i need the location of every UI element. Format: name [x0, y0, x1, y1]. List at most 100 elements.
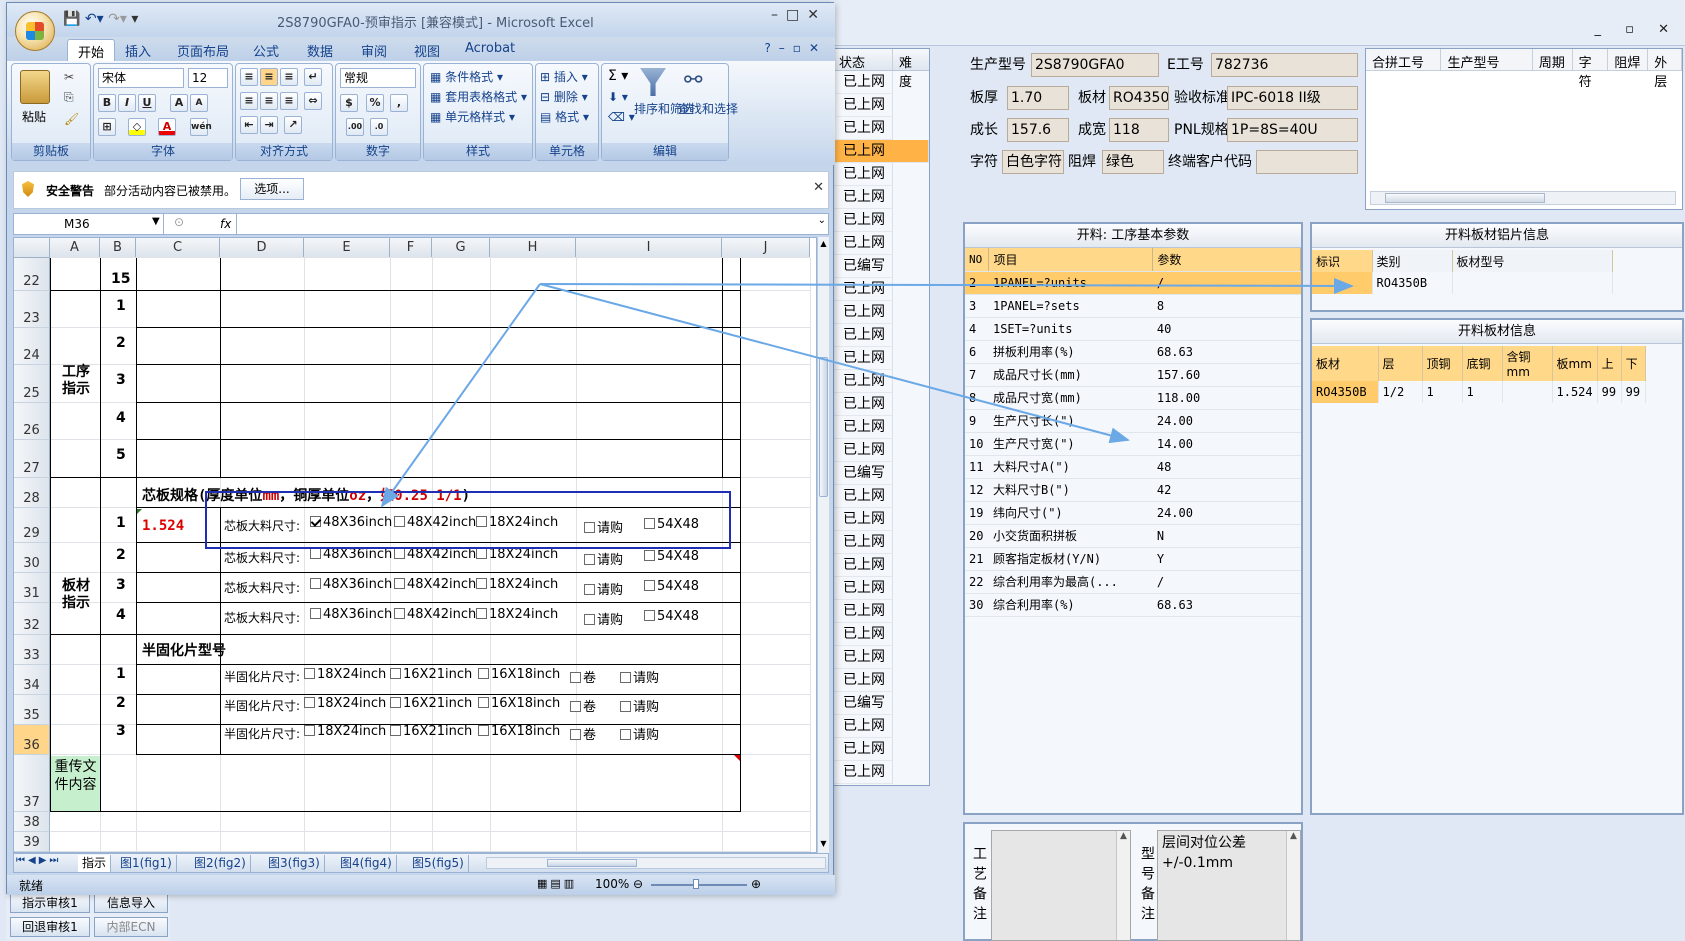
table-row[interactable]: RO4350B 1/2 1 1 1.524 99 99: [1312, 381, 1646, 403]
column-header[interactable]: H: [490, 238, 576, 258]
column-header[interactable]: E: [304, 238, 390, 258]
checkbox[interactable]: [570, 701, 581, 712]
row-header[interactable]: 24: [14, 328, 50, 365]
window-controls[interactable]: _ ▫ ✕: [1595, 22, 1679, 37]
checkbox[interactable]: [390, 668, 401, 679]
craft-notes-scrollbar[interactable]: ▲: [1116, 831, 1130, 940]
sheet-tab[interactable]: 图5(fig5): [408, 855, 469, 872]
core-size-option[interactable]: 48X42inch: [394, 607, 476, 622]
font-size-select[interactable]: 12: [188, 68, 228, 88]
checkbox[interactable]: [584, 614, 595, 625]
list-item[interactable]: 已上网: [833, 163, 893, 186]
checkbox[interactable]: [476, 608, 487, 619]
board-col-header[interactable]: 含铜mm: [1502, 346, 1553, 381]
length-field[interactable]: 157.6: [1007, 118, 1069, 142]
prepreg-size-option[interactable]: 18X24inch: [304, 667, 386, 682]
delete-cells-button[interactable]: ⊟ 删除 ▾: [540, 88, 588, 105]
list-item[interactable]: 已上网: [833, 508, 893, 531]
core-size-option[interactable]: 48X42inch: [394, 577, 476, 592]
list-item[interactable]: 已上网: [833, 94, 893, 117]
select-all-corner[interactable]: [14, 238, 50, 258]
autosum-icon[interactable]: Σ ▾: [608, 68, 628, 84]
scroll-up-icon[interactable]: ▲: [819, 239, 828, 251]
copy-icon[interactable]: ⎘: [64, 90, 74, 105]
zoom-out-icon[interactable]: ⊖: [633, 877, 643, 891]
align-top-icon[interactable]: ≡: [240, 68, 258, 86]
cell-style-button[interactable]: ▦ 单元格样式 ▾: [430, 108, 515, 125]
binoculars-icon[interactable]: ⚯: [684, 68, 702, 93]
prepreg-size-option[interactable]: 请购: [620, 667, 659, 686]
list-item[interactable]: 已上网: [833, 232, 893, 255]
redo-icon[interactable]: ↷▾: [108, 11, 127, 27]
insert-cells-button[interactable]: ⊞ 插入 ▾: [540, 68, 588, 85]
table-row[interactable]: 9 生产尺寸长(") 24.00: [965, 409, 1301, 433]
core-size-option[interactable]: 18X24inch: [476, 607, 558, 622]
formula-expand-icon[interactable]: ⌄: [818, 215, 826, 226]
checkbox[interactable]: [620, 729, 631, 740]
list-item[interactable]: 已上网: [833, 715, 893, 738]
undo-icon[interactable]: ↶▾: [85, 11, 104, 27]
alu-col-model[interactable]: 板材型号: [1452, 250, 1613, 272]
mask-field[interactable]: 绿色: [1102, 150, 1164, 174]
checkbox[interactable]: [390, 725, 401, 736]
list-item[interactable]: 已上网: [833, 140, 929, 163]
col-param[interactable]: 参数: [1152, 248, 1301, 272]
zoom-level[interactable]: 100%: [595, 877, 629, 891]
checkbox[interactable]: [570, 672, 581, 683]
board-col-header[interactable]: 底铜: [1462, 346, 1503, 381]
checkbox[interactable]: [310, 548, 321, 559]
comma-icon[interactable]: ,: [390, 94, 408, 112]
table-row[interactable]: RO4350B: [1312, 272, 1613, 294]
table-row[interactable]: 21 顾客指定板材(Y/N) Y: [965, 547, 1301, 571]
checkbox[interactable]: [304, 725, 315, 736]
fill-color-icon[interactable]: ◇: [128, 118, 146, 136]
row-header[interactable]: 28: [14, 478, 50, 508]
sheet-nav-icon[interactable]: ⏮◀▶⏭: [16, 855, 61, 866]
list-item[interactable]: 已编写: [833, 462, 893, 485]
list-item[interactable]: 已编写: [833, 255, 893, 278]
currency-icon[interactable]: $: [340, 94, 358, 112]
material-field[interactable]: RO4350B: [1109, 86, 1169, 110]
list-item[interactable]: 已上网: [833, 600, 893, 623]
column-header[interactable]: J: [722, 238, 810, 258]
increase-indent-icon[interactable]: ⇥: [260, 116, 278, 134]
column-header[interactable]: A: [50, 238, 100, 258]
core-size-option[interactable]: 48X36inch: [310, 577, 392, 592]
align-left-icon[interactable]: ≡: [240, 92, 258, 110]
align-center-icon[interactable]: ≡: [260, 92, 278, 110]
prepreg-size-option[interactable]: 卷: [570, 667, 596, 686]
rollback-button[interactable]: 回退审核1: [10, 917, 90, 937]
row-header[interactable]: 37: [14, 755, 50, 812]
align-right-icon[interactable]: ≡: [280, 92, 298, 110]
list-item[interactable]: 已上网: [833, 623, 893, 646]
board-col-header[interactable]: 层: [1378, 346, 1423, 381]
expand-dots-icon[interactable]: ⊙: [174, 215, 184, 229]
row-header[interactable]: 35: [14, 695, 50, 725]
prepreg-size-option[interactable]: 18X24inch: [304, 696, 386, 711]
list-item[interactable]: 已编写: [833, 692, 893, 715]
board-col-header[interactable]: 板mm: [1552, 346, 1598, 381]
vertical-scrollbar[interactable]: ▲ ▼: [817, 237, 829, 853]
table-row[interactable]: 6 拼板利用率(%) 68.63: [965, 340, 1301, 364]
prepreg-size-option[interactable]: 请购: [620, 696, 659, 715]
list-item[interactable]: 已上网: [833, 439, 893, 462]
table-row[interactable]: 4 1SET=?units 40: [965, 317, 1301, 341]
prepreg-size-option[interactable]: 16X21inch: [390, 667, 472, 682]
status-col-header[interactable]: 状态: [833, 49, 893, 71]
craft-notes-field[interactable]: ▲: [991, 830, 1131, 941]
scroll-up-icon[interactable]: ▲: [1290, 831, 1297, 841]
merge-col-header[interactable]: 阻焊: [1608, 49, 1649, 71]
tab-data[interactable]: 数据: [307, 41, 333, 60]
table-row[interactable]: 19 纬向尺寸(") 24.00: [965, 501, 1301, 525]
thickness-field[interactable]: 1.70: [1007, 86, 1069, 110]
save-icon[interactable]: 💾: [63, 11, 80, 27]
format-cells-button[interactable]: ▤ 格式 ▾: [540, 108, 589, 125]
core-size-option[interactable]: 54X48: [644, 609, 699, 624]
column-header[interactable]: F: [390, 238, 432, 258]
table-format-button[interactable]: ▦ 套用表格格式 ▾: [430, 88, 527, 105]
zoom-slider-thumb[interactable]: [693, 879, 699, 889]
list-item[interactable]: 已上网: [833, 370, 893, 393]
prepreg-size-option[interactable]: 卷: [570, 724, 596, 743]
col-item[interactable]: 项目: [988, 248, 1154, 272]
tab-formulas[interactable]: 公式: [253, 41, 279, 60]
